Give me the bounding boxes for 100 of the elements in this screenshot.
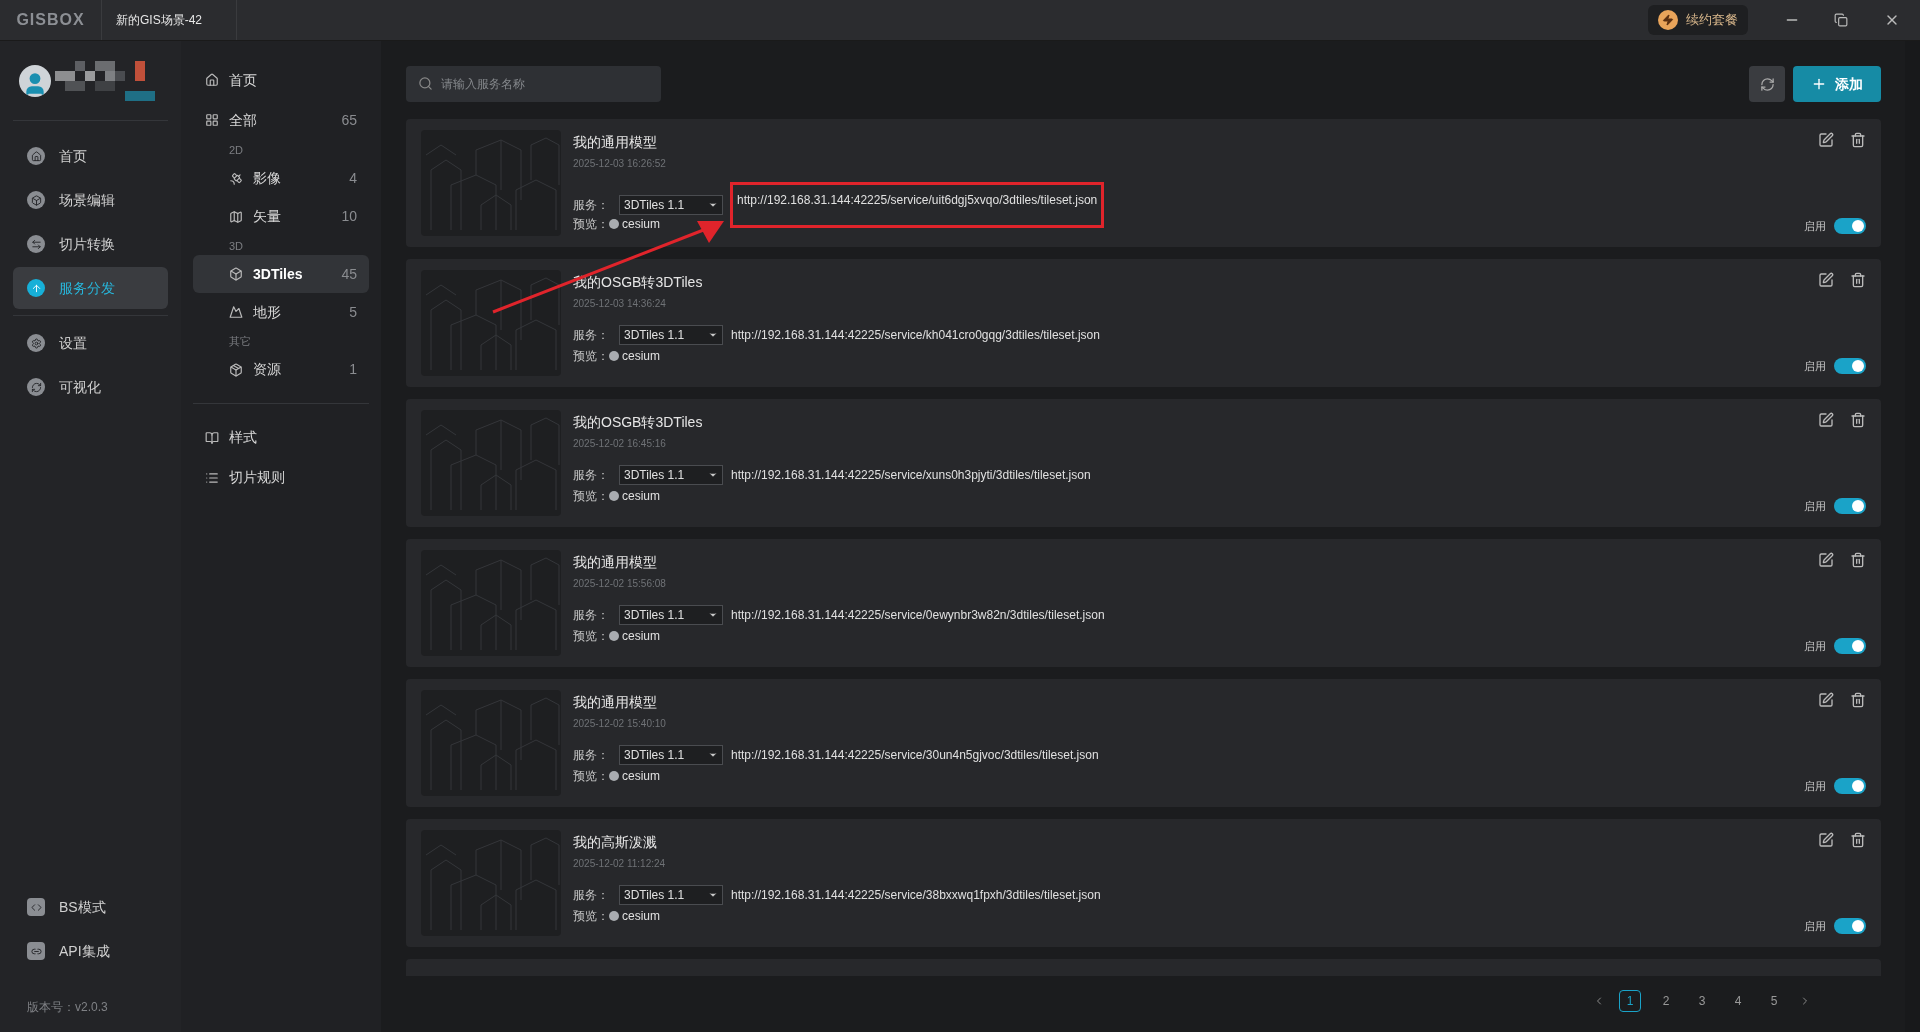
category-item[interactable]: 首页 xyxy=(193,60,369,100)
url-link[interactable]: http://192.168.31.144:42225/service/xuns0h3pjyti/3dtiles/tileset.json xyxy=(731,466,1091,484)
format-dropdown[interactable]: 3DTiles 1.1 xyxy=(619,885,723,905)
edit-icon[interactable] xyxy=(1818,412,1834,428)
category-item[interactable]: 切片规则 xyxy=(193,457,369,498)
restore-icon[interactable] xyxy=(1834,13,1848,27)
field-label: 预览： xyxy=(573,348,610,365)
field-label: 预览： xyxy=(573,216,610,233)
date-text: 2025-12-02 15:40:10 xyxy=(573,717,667,731)
page-button[interactable]: 3 xyxy=(1691,990,1713,1012)
enable-label: 启用 xyxy=(1804,498,1826,514)
delete-icon[interactable] xyxy=(1850,552,1866,568)
group-heading: 2D xyxy=(228,143,245,158)
date-text: 2025-12-02 16:45:16 xyxy=(573,437,667,451)
category-item[interactable]: 样式 xyxy=(193,417,369,458)
preview-link[interactable]: cesium xyxy=(609,487,660,505)
edit-icon[interactable] xyxy=(1818,692,1834,708)
delete-icon[interactable] xyxy=(1850,272,1866,288)
circle-arrow-icon xyxy=(30,381,42,393)
toggle-switch[interactable] xyxy=(1834,497,1866,514)
search-field[interactable]: 请输入服务名称 xyxy=(406,66,661,102)
map-icon xyxy=(229,209,243,224)
url-link[interactable]: http://192.168.31.144:42225/service/30un4n5gjvoc/3dtiles/tileset.json xyxy=(731,746,1099,764)
caret-icon xyxy=(708,890,718,900)
refresh-icon xyxy=(1759,76,1775,92)
edit-icon[interactable] xyxy=(1818,552,1834,568)
book-icon xyxy=(205,430,219,445)
version-text: 版本号：v2.0.3 xyxy=(26,999,109,1016)
category-item[interactable]: 3DTiles 45 xyxy=(193,255,369,293)
category-item[interactable]: 矢量 10 xyxy=(193,197,369,236)
service-title: 我的高斯泼溅 xyxy=(573,833,658,852)
date-text: 2025-12-03 16:26:52 xyxy=(573,157,667,171)
service-title: 我的OSGB转3DTiles xyxy=(573,413,704,432)
delete-icon[interactable] xyxy=(1850,832,1866,848)
format-dropdown[interactable]: 3DTiles 1.1 xyxy=(619,745,723,765)
scene-tab[interactable]: 新的GIS场景-42 xyxy=(116,11,202,29)
edit-icon[interactable] xyxy=(1818,132,1834,148)
toggle-switch[interactable] xyxy=(1834,637,1866,654)
date-text: 2025-12-03 14:36:24 xyxy=(573,297,667,311)
enable-label: 启用 xyxy=(1804,218,1826,234)
url-link[interactable]: http://192.168.31.144:42225/service/38bxxwq1fpxh/3dtiles/tileset.json xyxy=(731,886,1101,904)
delete-icon[interactable] xyxy=(1850,692,1866,708)
preview-link[interactable]: cesium xyxy=(609,767,660,785)
category-item[interactable]: 全部 65 xyxy=(193,100,369,140)
sidebar-item[interactable]: 场景编辑 xyxy=(13,179,168,221)
package-icon xyxy=(229,362,243,377)
sidebar-item[interactable]: 设置 xyxy=(13,322,168,364)
format-dropdown[interactable]: 3DTiles 1.1 xyxy=(619,325,723,345)
plus-icon xyxy=(1811,76,1827,92)
toggle-switch[interactable] xyxy=(1834,917,1866,934)
field-label: 预览： xyxy=(573,628,610,645)
sidebar-item[interactable]: 服务分发 xyxy=(13,267,168,309)
preview-link[interactable]: cesium xyxy=(609,907,660,925)
list-icon xyxy=(205,470,219,485)
renew-button[interactable]: 续约套餐 xyxy=(1648,5,1748,35)
sidebar-item[interactable]: 可视化 xyxy=(13,366,168,408)
delete-icon[interactable] xyxy=(1850,132,1866,148)
mountain-icon xyxy=(229,305,243,319)
group-heading: 其它 xyxy=(228,334,252,349)
date-text: 2025-12-02 15:56:08 xyxy=(573,577,667,591)
cube-icon xyxy=(30,194,42,206)
url-link[interactable]: http://192.168.31.144:42225/service/0ewynbr3w82n/3dtiles/tileset.json xyxy=(731,606,1105,624)
category-item[interactable]: 资源 1 xyxy=(193,350,369,389)
add-button[interactable]: 添加 xyxy=(1793,66,1881,102)
count-text: 1 xyxy=(349,360,357,379)
field-label: 服务： xyxy=(573,197,610,214)
edit-icon[interactable] xyxy=(1818,272,1834,288)
lightning-icon xyxy=(1662,14,1674,26)
toggle-switch[interactable] xyxy=(1834,357,1866,374)
format-dropdown[interactable]: 3DTiles 1.1 xyxy=(619,195,723,215)
page-button[interactable]: 1 xyxy=(1619,990,1641,1012)
edit-icon[interactable] xyxy=(1818,832,1834,848)
format-dropdown[interactable]: 3DTiles 1.1 xyxy=(619,465,723,485)
satellite-icon xyxy=(229,171,243,186)
enable-label: 启用 xyxy=(1804,918,1826,934)
page-button[interactable]: 5 xyxy=(1763,990,1785,1012)
preview-link[interactable]: cesium xyxy=(609,627,660,645)
preview-link[interactable]: cesium xyxy=(609,347,660,365)
toggle-switch[interactable] xyxy=(1834,217,1866,234)
sidebar-item[interactable]: 切片转换 xyxy=(13,223,168,265)
caret-icon xyxy=(708,470,718,480)
url-link[interactable]: http://192.168.31.144:42225/service/uit6dgj5xvqo/3dtiles/tileset.json xyxy=(733,185,1102,225)
sidebar-item[interactable]: API集成 xyxy=(13,930,168,972)
sidebar-item[interactable]: BS模式 xyxy=(13,886,168,928)
preview-link[interactable]: cesium xyxy=(609,215,660,233)
category-item[interactable]: 地形 5 xyxy=(193,293,369,331)
page-button[interactable]: 4 xyxy=(1727,990,1749,1012)
format-dropdown[interactable]: 3DTiles 1.1 xyxy=(619,605,723,625)
refresh-button[interactable] xyxy=(1749,66,1785,102)
settings-icon xyxy=(30,337,42,349)
home-icon xyxy=(205,73,219,87)
category-item[interactable]: 影像 4 xyxy=(193,159,369,198)
url-link[interactable]: http://192.168.31.144:42225/service/kh041cro0gqg/3dtiles/tileset.json xyxy=(731,326,1100,344)
enable-label: 启用 xyxy=(1804,638,1826,654)
sidebar-item[interactable]: 首页 xyxy=(13,135,168,177)
field-label: 预览： xyxy=(573,908,610,925)
field-label: 服务： xyxy=(573,747,610,764)
toggle-switch[interactable] xyxy=(1834,777,1866,794)
page-button[interactable]: 2 xyxy=(1655,990,1677,1012)
delete-icon[interactable] xyxy=(1850,412,1866,428)
